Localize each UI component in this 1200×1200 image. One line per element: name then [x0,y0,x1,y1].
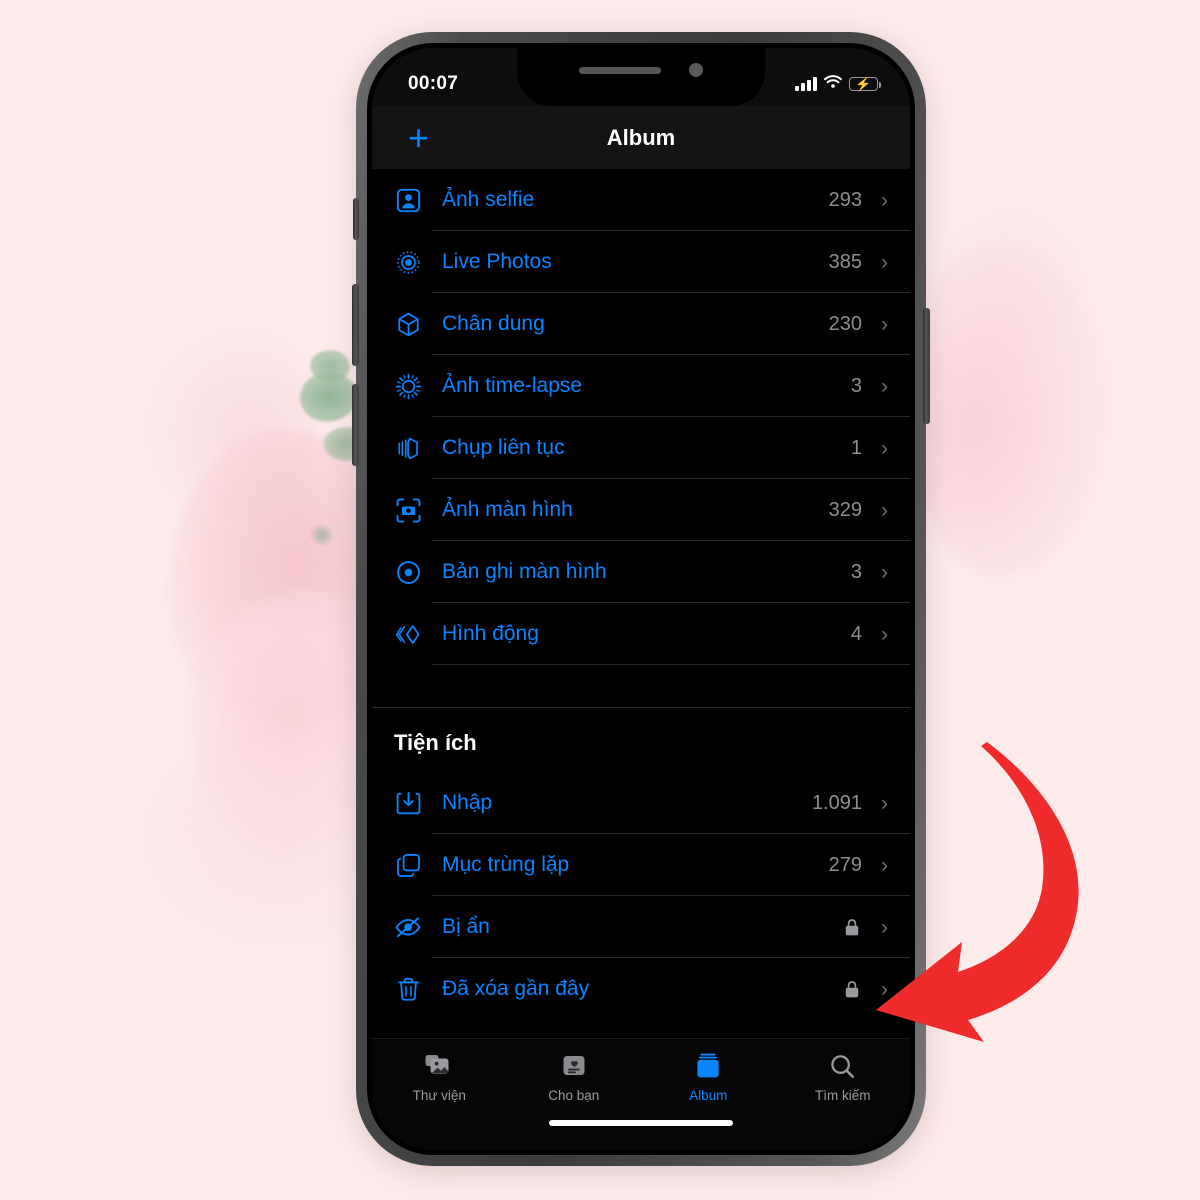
list-item-timelapse[interactable]: Ảnh time-lapse 3 › [372,355,910,417]
import-icon [384,790,432,817]
page-title: Album [606,124,676,150]
list-item-label: Chân dung [442,312,545,335]
phone-device: 00:07 ⚡ + Album Ảnh selfie 293 › Live Ph… [352,32,930,1166]
list-item-count: 329 [828,498,862,521]
plus-icon[interactable]: + [408,119,429,156]
watercolor-blob-green [311,525,333,545]
screenshot-canvas: 00:07 ⚡ + Album Ảnh selfie 293 › Live Ph… [0,0,1200,1200]
tab-label: Cho bạn [548,1088,600,1103]
animated-icon [384,621,432,648]
watercolor-blob-pink [905,245,1105,575]
list-item-label: Ảnh time-lapse [442,374,583,397]
lock-icon [844,980,860,999]
trash-icon [384,976,432,1003]
section-spacer [372,665,910,707]
list-item-duplicates[interactable]: Mục trùng lặp 279 › [372,834,910,896]
navigation-bar: + Album [372,106,910,169]
list-item-animated[interactable]: Hình động 4 › [372,603,910,665]
list-item-label: Live Photos [442,250,552,273]
eye-slash-icon [384,913,432,941]
timelapse-icon [384,373,432,400]
list-item-label: Nhập [442,791,493,814]
power-button[interactable] [923,308,930,424]
tab-for-you[interactable]: Cho bạn [507,1051,642,1103]
volume-up-button[interactable] [352,284,359,366]
status-clock: 00:07 [408,73,459,94]
list-item-count: 1.091 [811,791,862,814]
list-item-selfies[interactable]: Ảnh selfie 293 › [372,169,910,231]
tab-library[interactable]: Thư viện [372,1051,507,1103]
list-item-count: 293 [828,188,862,211]
list-item-count: 3 [850,374,862,397]
list-item-count: 1 [850,436,862,459]
list-item-live-photos[interactable]: Live Photos 385 › [372,231,910,293]
list-item-label: Đã xóa gần đây [442,977,590,1000]
tab-label: Tìm kiếm [815,1088,871,1103]
albums-list[interactable]: Ảnh selfie 293 › Live Photos 385 › Chân … [372,169,910,1038]
earpiece-speaker-icon [579,66,661,74]
section-header-utilities: Tiện ích [372,708,910,772]
list-item-label: Mục trùng lặp [442,853,570,876]
list-item-recently-deleted[interactable]: Đã xóa gần đây › [372,958,910,1020]
chevron-right-icon: › [881,436,888,460]
list-item-label: Chụp liên tục [442,436,565,459]
tab-label: Album [689,1088,728,1103]
chevron-right-icon: › [881,853,888,877]
lock-icon [844,918,860,937]
screenshot-icon [384,497,432,524]
chevron-right-icon: › [881,977,888,1001]
phone-bezel: 00:07 ⚡ + Album Ảnh selfie 293 › Live Ph… [367,43,915,1155]
portrait-person-icon [384,187,432,214]
list-item-screen-recordings[interactable]: Bản ghi màn hình 3 › [372,541,910,603]
chevron-right-icon: › [881,791,888,815]
list-item-count: 385 [828,250,862,273]
albums-icon [694,1051,722,1081]
list-item-label: Ảnh màn hình [442,498,573,521]
list-item-count: 230 [828,312,862,335]
live-photo-icon [384,249,432,276]
burst-icon [384,435,432,462]
search-icon [829,1051,856,1081]
list-item-hidden[interactable]: Bị ẩn › [372,896,910,958]
watercolor-blob-green [300,372,358,422]
list-item-screenshots[interactable]: Ảnh màn hình 329 › [372,479,910,541]
wifi-icon [824,74,842,94]
list-item-portrait[interactable]: Chân dung 230 › [372,293,910,355]
status-indicators: ⚡ [795,74,882,94]
list-item-count: 279 [828,853,862,876]
home-indicator[interactable] [549,1120,733,1126]
tab-search[interactable]: Tìm kiếm [776,1051,911,1103]
battery-charging-icon: ⚡ [849,77,882,91]
photos-library-icon [424,1051,454,1081]
chevron-right-icon: › [881,312,888,336]
list-item-label: Ảnh selfie [442,188,535,211]
tab-bar: Thư viện Cho bạn Album Tìm kiếm [372,1038,910,1150]
mute-switch-button[interactable] [353,198,359,240]
chevron-right-icon: › [881,498,888,522]
notch [517,48,765,106]
list-item-label: Bị ẩn [442,915,490,938]
for-you-icon [561,1051,587,1081]
cellular-bars-icon [795,77,817,91]
phone-screen: 00:07 ⚡ + Album Ảnh selfie 293 › Live Ph… [372,48,910,1150]
list-item-imports[interactable]: Nhập 1.091 › [372,772,910,834]
list-item-count: 3 [850,560,862,583]
chevron-right-icon: › [881,250,888,274]
chevron-right-icon: › [881,188,888,212]
cube-icon [384,311,432,338]
list-item-label: Bản ghi màn hình [442,560,607,583]
tab-label: Thư viện [412,1088,466,1103]
front-camera-icon [689,63,703,77]
chevron-right-icon: › [881,560,888,584]
chevron-right-icon: › [881,915,888,939]
chevron-right-icon: › [881,622,888,646]
list-item-burst[interactable]: Chụp liên tục 1 › [372,417,910,479]
tab-albums[interactable]: Album [641,1051,776,1103]
duplicate-icon [384,852,432,879]
chevron-right-icon: › [881,374,888,398]
volume-down-button[interactable] [352,384,359,466]
list-item-label: Hình động [442,622,539,645]
screen-record-icon [384,559,432,586]
list-item-count: 4 [850,622,862,645]
